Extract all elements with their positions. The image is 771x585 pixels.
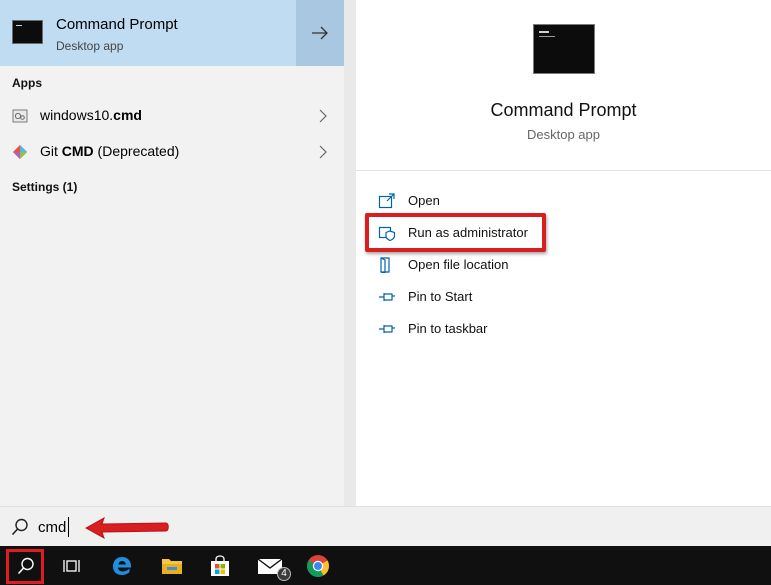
action-label: Open <box>408 193 440 208</box>
best-match-result: Command Prompt Desktop app <box>0 0 344 66</box>
details-subtitle: Desktop app <box>527 127 600 142</box>
git-icon <box>13 145 27 159</box>
file-explorer-icon <box>162 558 182 574</box>
chrome-icon <box>307 554 329 577</box>
action-pin-to-start[interactable]: Pin to Start <box>356 283 771 311</box>
edge-icon <box>113 556 132 575</box>
app-result-git-cmd[interactable]: Git CMD (Deprecated) <box>0 135 344 169</box>
best-match-title: Command Prompt <box>56 16 178 33</box>
search-icon <box>11 518 28 536</box>
task-view-icon <box>63 559 80 572</box>
edge-button[interactable] <box>98 546 146 585</box>
details-panel: Command Prompt Desktop app Open Run as a… <box>356 0 771 506</box>
annotation-arrow-icon <box>84 516 169 540</box>
command-prompt-large-icon <box>533 24 595 74</box>
open-icon <box>378 193 395 209</box>
action-open[interactable]: Open <box>356 187 771 215</box>
store-button[interactable] <box>196 546 244 585</box>
command-prompt-icon <box>12 20 43 44</box>
mail-badge: 4 <box>277 567 291 581</box>
action-pin-to-taskbar[interactable]: Pin to taskbar <box>356 315 771 343</box>
chrome-button[interactable] <box>294 546 342 585</box>
search-box[interactable] <box>0 506 771 546</box>
text-caret <box>68 517 69 537</box>
arrow-right-icon <box>312 26 328 40</box>
details-separator <box>356 170 771 171</box>
app-result-windows10-cmd[interactable]: windows10.cmd <box>0 99 344 133</box>
taskbar: 4 <box>0 546 771 585</box>
chevron-right-icon[interactable] <box>318 109 328 123</box>
panel-divider <box>344 0 356 506</box>
chevron-right-icon[interactable] <box>318 145 328 159</box>
apps-section-label: Apps <box>12 76 42 90</box>
app-result-label: Git CMD (Deprecated) <box>40 143 180 159</box>
file-location-icon <box>380 257 390 273</box>
action-label: Pin to taskbar <box>408 321 488 336</box>
batch-file-icon <box>12 109 28 123</box>
pin-icon <box>379 293 395 301</box>
settings-section-label[interactable]: Settings (1) <box>12 180 77 194</box>
file-explorer-button[interactable] <box>148 546 196 585</box>
expand-details-button[interactable] <box>296 0 344 66</box>
best-match-subtitle: Desktop app <box>56 39 124 53</box>
best-match-open-area[interactable]: Command Prompt Desktop app <box>0 0 296 66</box>
run-as-admin-highlight <box>365 213 546 252</box>
task-view-button[interactable] <box>48 546 96 585</box>
taskbar-search-highlight <box>6 549 44 584</box>
pin-icon <box>379 325 395 333</box>
details-title: Command Prompt <box>490 100 637 120</box>
action-open-file-location[interactable]: Open file location <box>356 251 771 279</box>
search-results-panel: Command Prompt Desktop app Apps windows1… <box>0 0 344 506</box>
store-icon <box>211 554 229 576</box>
action-label: Open file location <box>408 257 509 272</box>
app-result-label: windows10.cmd <box>40 107 142 123</box>
action-label: Pin to Start <box>408 289 473 304</box>
